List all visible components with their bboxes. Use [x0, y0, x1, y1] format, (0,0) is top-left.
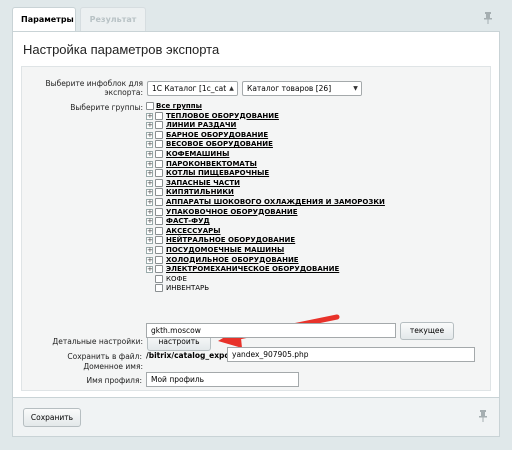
- group-label[interactable]: КОФЕМАШИНЫ: [166, 150, 229, 159]
- group-checkbox[interactable]: [155, 188, 163, 197]
- group-label[interactable]: КИПЯТИЛЬНИКИ: [166, 188, 234, 197]
- group-checkbox[interactable]: [155, 246, 163, 254]
- settings-panel: Настройка параметров экспорта Выберите и…: [12, 31, 500, 398]
- group-checkbox[interactable]: [155, 130, 163, 139]
- group-checkbox[interactable]: [155, 226, 163, 235]
- group-checkbox[interactable]: [155, 150, 163, 158]
- group-checkbox[interactable]: [155, 169, 163, 178]
- current-domain-button[interactable]: текущее: [400, 322, 454, 340]
- footer-bar: Сохранить: [12, 398, 500, 437]
- group-checkbox[interactable]: [155, 236, 163, 245]
- group-checkbox[interactable]: [155, 284, 163, 293]
- group-checkbox[interactable]: [155, 111, 163, 120]
- group-label[interactable]: КОТЛЫ ПИЩЕВАРОЧНЫЕ: [166, 169, 269, 178]
- group-checkbox[interactable]: [155, 121, 163, 130]
- group-checkbox[interactable]: [155, 178, 163, 187]
- group-checkbox[interactable]: [155, 198, 163, 206]
- groups-tree: Все группы + ТЕПЛОВОЕ ОБОРУДОВАНИЕ + ЛИНИИ …: [146, 102, 476, 332]
- expand-icon[interactable]: +: [146, 179, 153, 187]
- file-path-prefix: /bitrix/catalog_export/: [146, 351, 240, 360]
- expand-icon[interactable]: +: [146, 151, 153, 158]
- profile-name-input[interactable]: Мой профиль: [146, 372, 299, 387]
- expand-icon[interactable]: +: [146, 170, 153, 178]
- iblock-label: Выберите инфоблок для экспорта:: [32, 79, 144, 97]
- group-label[interactable]: ЛИНИИ РАЗДАЧИ: [166, 121, 236, 130]
- expand-icon[interactable]: +: [146, 237, 153, 245]
- expand-icon[interactable]: +: [146, 208, 153, 216]
- iblock-type-value: 1С Каталог [1c_cata: [152, 84, 231, 93]
- iblock-label-line1: Выберите инфоблок для: [45, 79, 144, 88]
- expand-icon[interactable]: +: [146, 122, 153, 130]
- expand-icon[interactable]: +: [146, 218, 153, 226]
- chevron-down-icon: ▲: [226, 82, 237, 95]
- pin-icon[interactable]: [484, 12, 492, 26]
- tab-parameters[interactable]: Параметры: [12, 7, 76, 32]
- group-checkbox[interactable]: [155, 159, 163, 168]
- group-label[interactable]: ПОСУДОМОЕЧНЫЕ МАШИНЫ: [166, 246, 284, 255]
- expand-icon[interactable]: +: [146, 227, 153, 235]
- group-label[interactable]: УПАКОВОЧНОЕ ОБОРУДОВАНИЕ: [166, 208, 298, 217]
- chevron-down-icon: ▼: [350, 82, 361, 95]
- profile-name-label: Имя профиля:: [86, 376, 142, 385]
- domain-input[interactable]: gkth.moscow: [146, 323, 396, 338]
- iblock-label-line2: экспорта:: [104, 88, 143, 97]
- iblock-select[interactable]: Каталог товаров [26] ▼: [242, 81, 362, 96]
- group-label[interactable]: БАРНОЕ ОБОРУДОВАНИЕ: [166, 131, 268, 140]
- expand-icon[interactable]: +: [146, 266, 153, 274]
- groups-label: Выберите группы:: [70, 103, 143, 112]
- group-label[interactable]: ХОЛОДИЛЬНОЕ ОБОРУДОВАНИЕ: [166, 256, 299, 265]
- group-checkbox[interactable]: [155, 140, 163, 149]
- expand-icon[interactable]: +: [146, 189, 153, 197]
- group-label[interactable]: АППАРАТЫ ШОКОВОГО ОХЛАЖДЕНИЯ И ЗАМОРОЗКИ: [166, 198, 385, 207]
- detail-settings-label: Детальные настройки:: [52, 337, 143, 346]
- save-button[interactable]: Сохранить: [23, 408, 81, 427]
- all-groups-label: Все группы: [156, 102, 202, 110]
- group-checkbox[interactable]: [155, 274, 163, 283]
- expand-icon[interactable]: +: [146, 256, 153, 264]
- save-file-label: Сохранить в файл:: [67, 352, 142, 361]
- group-label[interactable]: ФАСТ-ФУД: [166, 217, 210, 226]
- domain-label: Доменное имя:: [83, 362, 143, 371]
- group-checkbox[interactable]: [155, 217, 163, 226]
- all-groups-checkbox[interactable]: [146, 102, 154, 110]
- iblock-value: Каталог товаров [26]: [247, 84, 332, 93]
- group-label[interactable]: АКСЕССУАРЫ: [166, 227, 221, 236]
- expand-icon[interactable]: +: [146, 247, 153, 254]
- group-label[interactable]: НЕЙТРАЛЬНОЕ ОБОРУДОВАНИЕ: [166, 236, 295, 245]
- pin-icon[interactable]: [479, 410, 487, 424]
- settings-form: Выберите инфоблок для экспорта: 1С Катал…: [21, 66, 491, 391]
- group-label[interactable]: ПАРОКОНВЕКТОМАТЫ: [166, 160, 257, 169]
- group-checkbox[interactable]: [155, 255, 163, 264]
- page-title: Настройка параметров экспорта: [23, 42, 220, 57]
- group-label: КОФЕ: [166, 274, 187, 283]
- group-checkbox[interactable]: [155, 207, 163, 216]
- expand-icon[interactable]: +: [146, 160, 153, 168]
- group-label[interactable]: ТЕПЛОВОЕ ОБОРУДОВАНИЕ: [166, 112, 279, 121]
- group-label: ИНВЕНТАРЬ: [166, 284, 210, 293]
- expand-icon[interactable]: +: [146, 199, 153, 206]
- expand-icon[interactable]: +: [146, 112, 153, 120]
- group-label[interactable]: ЗАПАСНЫЕ ЧАСТИ: [166, 179, 240, 188]
- tab-result[interactable]: Результат: [80, 7, 146, 32]
- expand-icon[interactable]: +: [146, 141, 153, 149]
- group-label[interactable]: ЭЛЕКТРОМЕХАНИЧЕСКОЕ ОБОРУДОВАНИЕ: [166, 265, 339, 274]
- group-label[interactable]: ВЕСОВОЕ ОБОРУДОВАНИЕ: [166, 140, 273, 149]
- group-checkbox[interactable]: [155, 265, 163, 274]
- file-name-input[interactable]: yandex_907905.php: [227, 347, 475, 362]
- iblock-type-select[interactable]: 1С Каталог [1c_cata ▲: [147, 81, 238, 96]
- expand-icon[interactable]: +: [146, 131, 153, 139]
